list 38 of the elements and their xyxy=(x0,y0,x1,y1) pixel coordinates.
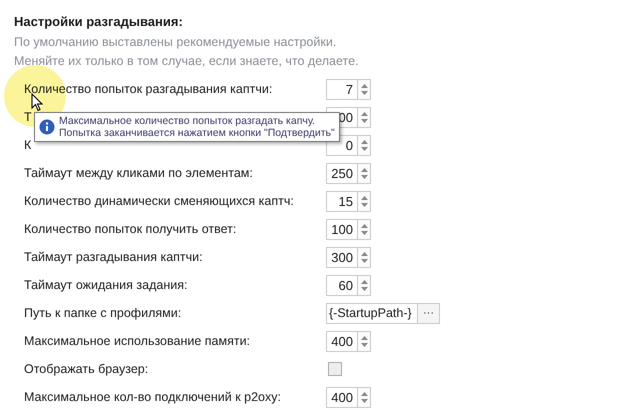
description-text: Меняйте их только в том случае, если знаете, что делаете. xyxy=(14,53,360,70)
number-field[interactable]: 7 xyxy=(326,78,358,100)
spinner-arrows-icon[interactable] xyxy=(358,246,371,268)
setting-label: Максимальное кол-во подключений к p2oxy: xyxy=(24,390,281,404)
section-title: Настройки разгадывания: xyxy=(14,14,184,29)
number-field[interactable]: 400 xyxy=(326,330,358,352)
setting-label: Максимальное использование памяти: xyxy=(24,334,250,348)
spinner-arrows-icon[interactable] xyxy=(358,78,371,100)
setting-label: Отображать браузер: xyxy=(24,362,148,376)
number-field[interactable]: 100 xyxy=(326,218,358,240)
tooltip-text: Максимальное количество попыток разгадать капчу. xyxy=(59,115,316,127)
setting-label: Таймаут ожидания задания: xyxy=(24,278,188,292)
spinner-arrows-icon[interactable] xyxy=(358,386,371,408)
spinner-arrows-icon[interactable] xyxy=(358,162,371,184)
path-field[interactable]: {-StartupPath-} xyxy=(326,302,418,324)
spinner-arrows-icon[interactable] xyxy=(358,106,371,128)
spinner-arrows-icon[interactable] xyxy=(358,218,371,240)
setting-label: Количество динамически сменяющихся каптч: xyxy=(24,194,294,208)
browse-button[interactable]: ··· xyxy=(418,302,440,324)
number-field[interactable]: 250 xyxy=(326,162,358,184)
number-field[interactable]: 15 xyxy=(326,190,358,212)
description-text: По умолчанию выставлены рекомендуемые настройки. xyxy=(14,34,338,51)
spinner-arrows-icon[interactable] xyxy=(358,274,371,296)
checkbox[interactable] xyxy=(328,362,342,376)
spinner-arrows-icon[interactable] xyxy=(358,330,371,352)
setting-label: Количество попыток получить ответ: xyxy=(24,222,236,236)
setting-label: Таймаут между кликами по элементам: xyxy=(24,166,253,180)
info-icon xyxy=(39,119,55,135)
number-field[interactable]: 400 xyxy=(326,386,358,408)
setting-label: Таймаут разгадывания каптчи: xyxy=(24,250,203,264)
number-field[interactable]: 300 xyxy=(326,246,358,268)
setting-label: Путь к папке с профилями: xyxy=(24,306,182,320)
setting-label: К xyxy=(24,138,32,152)
spinner-arrows-icon[interactable] xyxy=(358,190,371,212)
number-field[interactable]: 60 xyxy=(326,274,358,296)
setting-label: Т xyxy=(24,110,32,124)
setting-label: Количество попыток разгадывания каптчи: xyxy=(24,82,272,96)
spinner-arrows-icon[interactable] xyxy=(358,134,371,156)
